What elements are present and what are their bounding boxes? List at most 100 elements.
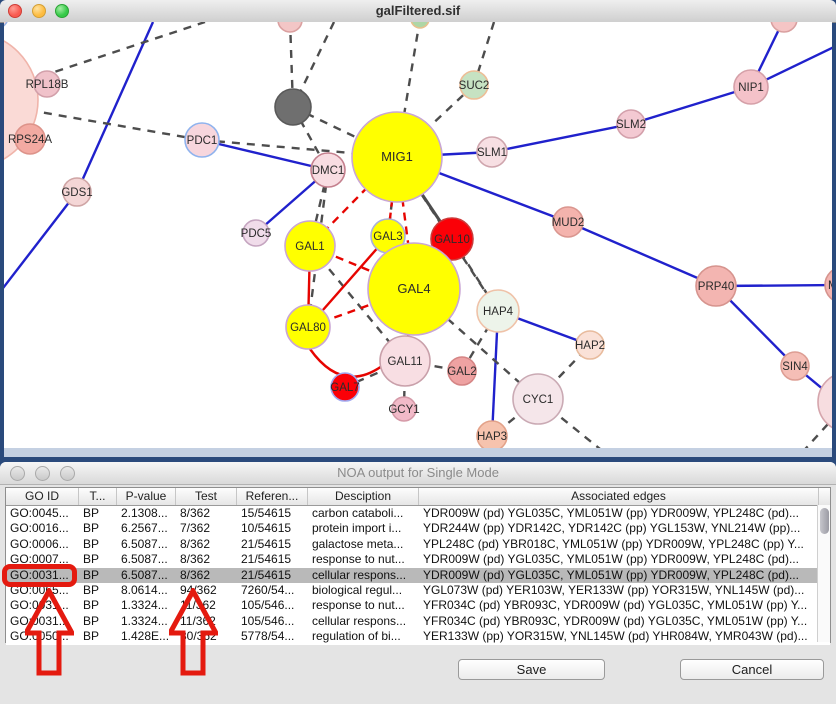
node-label-MSL1: MSL1 [828, 280, 832, 292]
table-cell: YPL248C (pd) YBR018C, YML051W (pp) YDR00… [419, 537, 819, 552]
table-cell: 11/362 [176, 614, 237, 629]
scrollbar-thumb[interactable] [820, 508, 829, 534]
table-header-row: GO IDT...P-valueTestReferen...Desciption… [6, 488, 830, 506]
network-canvas[interactable]: RPL18BRPS24AGDS1PDC1DMC1MIG1SUC2SLM1SLM2… [4, 22, 832, 448]
node-label-PRP40: PRP40 [698, 281, 734, 293]
node-corner[interactable] [4, 22, 8, 28]
node-label-MUD2: MUD2 [552, 217, 585, 229]
table-cell: YDR009W (pd) YGL035C, YML051W (pp) YDR00… [419, 552, 819, 567]
table-cell: 15/54615 [237, 506, 308, 521]
table-cell: YFR034C (pd) YBR093C, YDR009W (pd) YGL03… [419, 614, 819, 629]
node-label-RPS24A: RPS24A [8, 134, 52, 146]
table-cell: GO:0006... [6, 537, 79, 552]
table-row[interactable]: GO:0045...BP2.1308...8/36215/54615carbon… [6, 506, 830, 521]
table-cell: BP [79, 521, 117, 536]
table-cell: 8/362 [176, 537, 237, 552]
save-button[interactable]: Save [458, 659, 605, 680]
table-cell: BP [79, 537, 117, 552]
table-cell: BP [79, 552, 117, 567]
table-row[interactable]: GO:0016...BP6.2567...7/36210/54615protei… [6, 521, 830, 536]
table-cell: YGL073W (pd) YER103W, YER133W (pp) YOR31… [419, 583, 819, 598]
network-edge [492, 124, 631, 152]
table-row[interactable]: GO:0065...BP8.0614...94/3627260/54...bio… [6, 583, 830, 598]
table-cell: protein import i... [308, 521, 419, 536]
network-window-title: galFiltered.sif [0, 3, 836, 18]
table-row[interactable]: GO:0007...BP6.5087...8/36221/54615respon… [6, 552, 830, 567]
column-header-go-id[interactable]: GO ID [6, 488, 79, 505]
table-cell: BP [79, 614, 117, 629]
column-header-referen-[interactable]: Referen... [237, 488, 308, 505]
node-pinktop[interactable] [278, 22, 302, 32]
column-header-t-[interactable]: T... [79, 488, 117, 505]
network-edge [77, 22, 153, 192]
column-header-associated-edges[interactable]: Associated edges [419, 488, 819, 505]
table-cell: 105/546... [237, 614, 308, 629]
table-cell: 5778/54... [237, 629, 308, 644]
table-cell: 6.5087... [117, 552, 176, 567]
table-cell: cellular respons... [308, 614, 419, 629]
table-cell: 11/362 [176, 598, 237, 613]
table-cell: 10/54615 [237, 521, 308, 536]
table-cell: GO:0007... [6, 552, 79, 567]
table-cell: 21/54615 [237, 552, 308, 567]
node-label-GAL3: GAL3 [373, 231, 402, 243]
node-label-DMC1: DMC1 [312, 165, 345, 177]
table-cell: 1.428E... [117, 629, 176, 644]
canvas-bottom-strip [4, 448, 832, 457]
table-cell: cellular respons... [308, 568, 419, 583]
table-row[interactable]: GO:0031...BP1.3324...11/362105/546...res… [6, 598, 830, 613]
node-bigright[interactable] [818, 372, 832, 432]
node-label-MIG1: MIG1 [381, 149, 413, 164]
table-cell: regulation of bi... [308, 629, 419, 644]
node-label-SIN4: SIN4 [782, 361, 808, 373]
node-label-HAP3: HAP3 [477, 431, 507, 443]
table-cell: GO:0016... [6, 521, 79, 536]
table-cell: 2.1308... [117, 506, 176, 521]
table-cell: GO:0031... [6, 568, 79, 583]
node-label-RPL18B: RPL18B [26, 79, 69, 91]
table-cell: 1.3324... [117, 614, 176, 629]
node-label-GDS1: GDS1 [61, 187, 92, 199]
table-row[interactable]: GO:0006...BP6.5087...8/36221/54615galact… [6, 537, 830, 552]
table-cell: 7260/54... [237, 583, 308, 598]
table-row[interactable]: GO:0031...BP1.3324...11/362105/546...cel… [6, 614, 830, 629]
node-label-SUC2: SUC2 [459, 80, 490, 92]
table-scrollbar[interactable] [817, 505, 830, 642]
table-cell: 7/362 [176, 521, 237, 536]
node-label-GAL11: GAL11 [388, 356, 423, 368]
table-cell: response to nut... [308, 598, 419, 613]
node-label-CYC1: CYC1 [523, 394, 554, 406]
table-cell: GO:0031... [6, 614, 79, 629]
table-cell: 6.2567... [117, 521, 176, 536]
node-label-GAL7: GAL7 [330, 382, 359, 394]
node-darknode[interactable] [275, 89, 311, 125]
table-cell: BP [79, 598, 117, 613]
node-label-HAP4: HAP4 [483, 306, 514, 318]
table-cell: 1.3324... [117, 598, 176, 613]
table-row[interactable]: GO:0050...BP1.428E...80/3625778/54...reg… [6, 629, 830, 644]
column-header-test[interactable]: Test [176, 488, 237, 505]
table-cell: 8.0614... [117, 583, 176, 598]
network-edge [568, 222, 716, 286]
table-cell: 21/54615 [237, 537, 308, 552]
table-cell: BP [79, 583, 117, 598]
table-cell: YDR009W (pd) YGL035C, YML051W (pp) YDR00… [419, 568, 819, 583]
node-label-HAP2: HAP2 [575, 340, 605, 352]
column-header-p-value[interactable]: P-value [117, 488, 176, 505]
node-pinktr[interactable] [771, 22, 797, 32]
table-row[interactable]: GO:0031...BP6.5087...8/36221/54615cellul… [6, 568, 830, 583]
node-greentop[interactable] [411, 22, 429, 28]
node-label-PDC1: PDC1 [187, 135, 218, 147]
table-cell: GO:0031... [6, 598, 79, 613]
column-header-desciption[interactable]: Desciption [308, 488, 419, 505]
node-label-GAL80: GAL80 [290, 322, 326, 334]
table-cell: YDR244W (pp) YDR142C, YDR142C (pp) YGL15… [419, 521, 819, 536]
table-cell: response to nut... [308, 552, 419, 567]
node-label-NIP1: NIP1 [738, 82, 764, 94]
node-label-GAL4: GAL4 [397, 281, 430, 296]
network-edge [4, 192, 77, 292]
table-cell: 8/362 [176, 552, 237, 567]
table-cell: BP [79, 629, 117, 644]
node-label-GAL10: GAL10 [434, 234, 470, 246]
cancel-button[interactable]: Cancel [680, 659, 824, 680]
